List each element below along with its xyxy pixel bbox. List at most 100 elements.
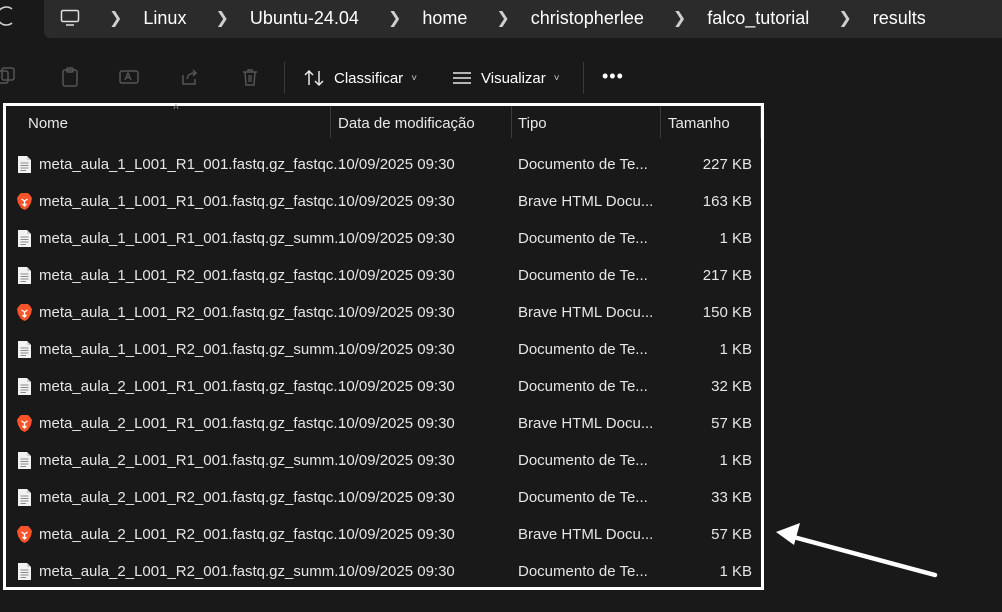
file-size: 57 KB bbox=[711, 415, 752, 432]
brave-icon bbox=[16, 414, 33, 433]
file-row[interactable]: meta_aula_2_L001_R2_001.fastq.gz_summ...… bbox=[6, 553, 761, 590]
breadcrumb-item[interactable]: Ubuntu-24.04 bbox=[250, 8, 359, 29]
share-icon[interactable] bbox=[179, 67, 199, 87]
file-row[interactable]: meta_aula_1_L001_R2_001.fastq.gz_summ...… bbox=[6, 331, 761, 368]
file-row[interactable]: meta_aula_1_L001_R2_001.fastq.gz_fastqc.… bbox=[6, 257, 761, 294]
file-name: meta_aula_2_L001_R2_001.fastq.gz_fastqc.… bbox=[39, 526, 346, 543]
file-name: meta_aula_2_L001_R2_001.fastq.gz_fastqc.… bbox=[39, 489, 346, 506]
column-divider[interactable] bbox=[660, 106, 661, 138]
file-name: meta_aula_2_L001_R1_001.fastq.gz_summ... bbox=[39, 452, 347, 469]
view-list-icon bbox=[453, 72, 471, 84]
breadcrumb-item[interactable]: falco_tutorial bbox=[707, 8, 809, 29]
file-date: 10/09/2025 09:30 bbox=[338, 156, 455, 173]
brave-icon bbox=[16, 525, 33, 544]
column-divider bbox=[760, 106, 761, 138]
brave-icon bbox=[16, 303, 33, 322]
view-button[interactable]: Visualizar ˅ bbox=[452, 65, 560, 91]
breadcrumb-item[interactable]: christopherlee bbox=[531, 8, 644, 29]
file-type: Brave HTML Docu... bbox=[518, 304, 654, 321]
chevron-right-icon: ❯ bbox=[109, 10, 123, 27]
column-header-type[interactable]: Tipo bbox=[518, 115, 547, 132]
file-date: 10/09/2025 09:30 bbox=[338, 452, 455, 469]
file-date: 10/09/2025 09:30 bbox=[338, 304, 455, 321]
file-type: Documento de Te... bbox=[518, 156, 648, 173]
file-type: Documento de Te... bbox=[518, 489, 648, 506]
file-row[interactable]: meta_aula_1_L001_R1_001.fastq.gz_summ...… bbox=[6, 220, 761, 257]
column-divider[interactable] bbox=[330, 106, 331, 138]
file-row[interactable]: meta_aula_1_L001_R1_001.fastq.gz_fastqc.… bbox=[6, 146, 761, 183]
file-type: Brave HTML Docu... bbox=[518, 526, 654, 543]
text-file-icon bbox=[16, 377, 33, 396]
chevron-right-icon: ❯ bbox=[672, 10, 687, 27]
sort-caret-icon: ˄ bbox=[173, 102, 179, 113]
file-row[interactable]: meta_aula_2_L001_R1_001.fastq.gz_summ...… bbox=[6, 442, 761, 479]
file-size: 1 KB bbox=[719, 452, 752, 469]
file-type: Brave HTML Docu... bbox=[518, 193, 654, 210]
file-size: 57 KB bbox=[711, 526, 752, 543]
text-file-icon bbox=[16, 562, 33, 581]
file-type: Documento de Te... bbox=[518, 452, 648, 469]
chevron-down-icon: ˅ bbox=[411, 72, 418, 84]
computer-icon[interactable] bbox=[60, 9, 80, 27]
sort-icon bbox=[304, 69, 324, 87]
file-name: meta_aula_1_L001_R1_001.fastq.gz_fastqc.… bbox=[39, 156, 346, 173]
file-row[interactable]: meta_aula_1_L001_R2_001.fastq.gz_fastqc.… bbox=[6, 294, 761, 331]
file-type: Documento de Te... bbox=[518, 378, 648, 395]
file-name: meta_aula_1_L001_R2_001.fastq.gz_fastqc.… bbox=[39, 267, 346, 284]
file-size: 1 KB bbox=[719, 563, 752, 580]
file-date: 10/09/2025 09:30 bbox=[338, 230, 455, 247]
file-size: 217 KB bbox=[702, 267, 752, 284]
file-type: Documento de Te... bbox=[518, 341, 648, 358]
file-size: 32 KB bbox=[711, 378, 752, 395]
file-list: ˄ Nome Data de modificação Tipo Tamanho … bbox=[3, 102, 764, 590]
sort-label: Classificar bbox=[334, 69, 404, 87]
file-size: 150 KB bbox=[702, 304, 752, 321]
column-divider[interactable] bbox=[511, 106, 512, 138]
file-size: 1 KB bbox=[719, 230, 752, 247]
breadcrumb-item[interactable]: home bbox=[422, 8, 467, 29]
refresh-icon[interactable] bbox=[0, 5, 14, 27]
file-type: Brave HTML Docu... bbox=[518, 415, 654, 432]
file-date: 10/09/2025 09:30 bbox=[338, 378, 455, 395]
column-header-date[interactable]: Data de modificação bbox=[338, 115, 475, 132]
file-name: meta_aula_2_L001_R1_001.fastq.gz_fastqc.… bbox=[39, 415, 346, 432]
paste-icon[interactable] bbox=[60, 67, 80, 87]
breadcrumb: ❯ Linux ❯ Ubuntu-24.04 ❯ home ❯ christop… bbox=[60, 0, 926, 36]
view-label: Visualizar bbox=[481, 69, 546, 87]
file-name: meta_aula_1_L001_R1_001.fastq.gz_summ... bbox=[39, 230, 347, 247]
breadcrumb-item[interactable]: Linux bbox=[143, 8, 186, 29]
file-row[interactable]: meta_aula_2_L001_R1_001.fastq.gz_fastqc.… bbox=[6, 368, 761, 405]
toolbar-divider bbox=[284, 62, 285, 94]
file-size: 163 KB bbox=[702, 193, 752, 210]
more-options-icon[interactable]: ••• bbox=[602, 66, 624, 87]
text-file-icon bbox=[16, 488, 33, 507]
file-name: meta_aula_2_L001_R1_001.fastq.gz_fastqc.… bbox=[39, 378, 346, 395]
address-bar: ❯ Linux ❯ Ubuntu-24.04 ❯ home ❯ christop… bbox=[0, 0, 1002, 46]
delete-icon[interactable] bbox=[240, 67, 260, 87]
text-file-icon bbox=[16, 155, 33, 174]
file-row[interactable]: meta_aula_2_L001_R2_001.fastq.gz_fastqc.… bbox=[6, 479, 761, 516]
copy-icon[interactable] bbox=[0, 67, 20, 87]
file-date: 10/09/2025 09:30 bbox=[338, 563, 455, 580]
file-date: 10/09/2025 09:30 bbox=[338, 415, 455, 432]
column-header-name[interactable]: Nome bbox=[28, 115, 68, 132]
file-date: 10/09/2025 09:30 bbox=[338, 526, 455, 543]
annotation-arrow bbox=[776, 523, 938, 578]
file-type: Documento de Te... bbox=[518, 267, 648, 284]
file-row[interactable]: meta_aula_2_L001_R2_001.fastq.gz_fastqc.… bbox=[6, 516, 761, 553]
toolbar-divider bbox=[583, 62, 584, 94]
file-row[interactable]: meta_aula_2_L001_R1_001.fastq.gz_fastqc.… bbox=[6, 405, 761, 442]
text-file-icon bbox=[16, 229, 33, 248]
text-file-icon bbox=[16, 340, 33, 359]
chevron-right-icon: ❯ bbox=[496, 10, 510, 27]
file-row[interactable]: meta_aula_1_L001_R1_001.fastq.gz_fastqc.… bbox=[6, 183, 761, 220]
text-file-icon bbox=[16, 266, 33, 285]
chevron-right-icon: ❯ bbox=[838, 10, 852, 27]
rename-icon[interactable] bbox=[119, 67, 139, 87]
breadcrumb-item[interactable]: results bbox=[873, 8, 926, 29]
column-header-size[interactable]: Tamanho bbox=[668, 115, 730, 132]
sort-button[interactable]: Classificar ˅ bbox=[304, 65, 417, 91]
text-file-icon bbox=[16, 451, 33, 470]
file-name: meta_aula_1_L001_R1_001.fastq.gz_fastqc.… bbox=[39, 193, 346, 210]
file-name: meta_aula_1_L001_R2_001.fastq.gz_summ... bbox=[39, 341, 347, 358]
